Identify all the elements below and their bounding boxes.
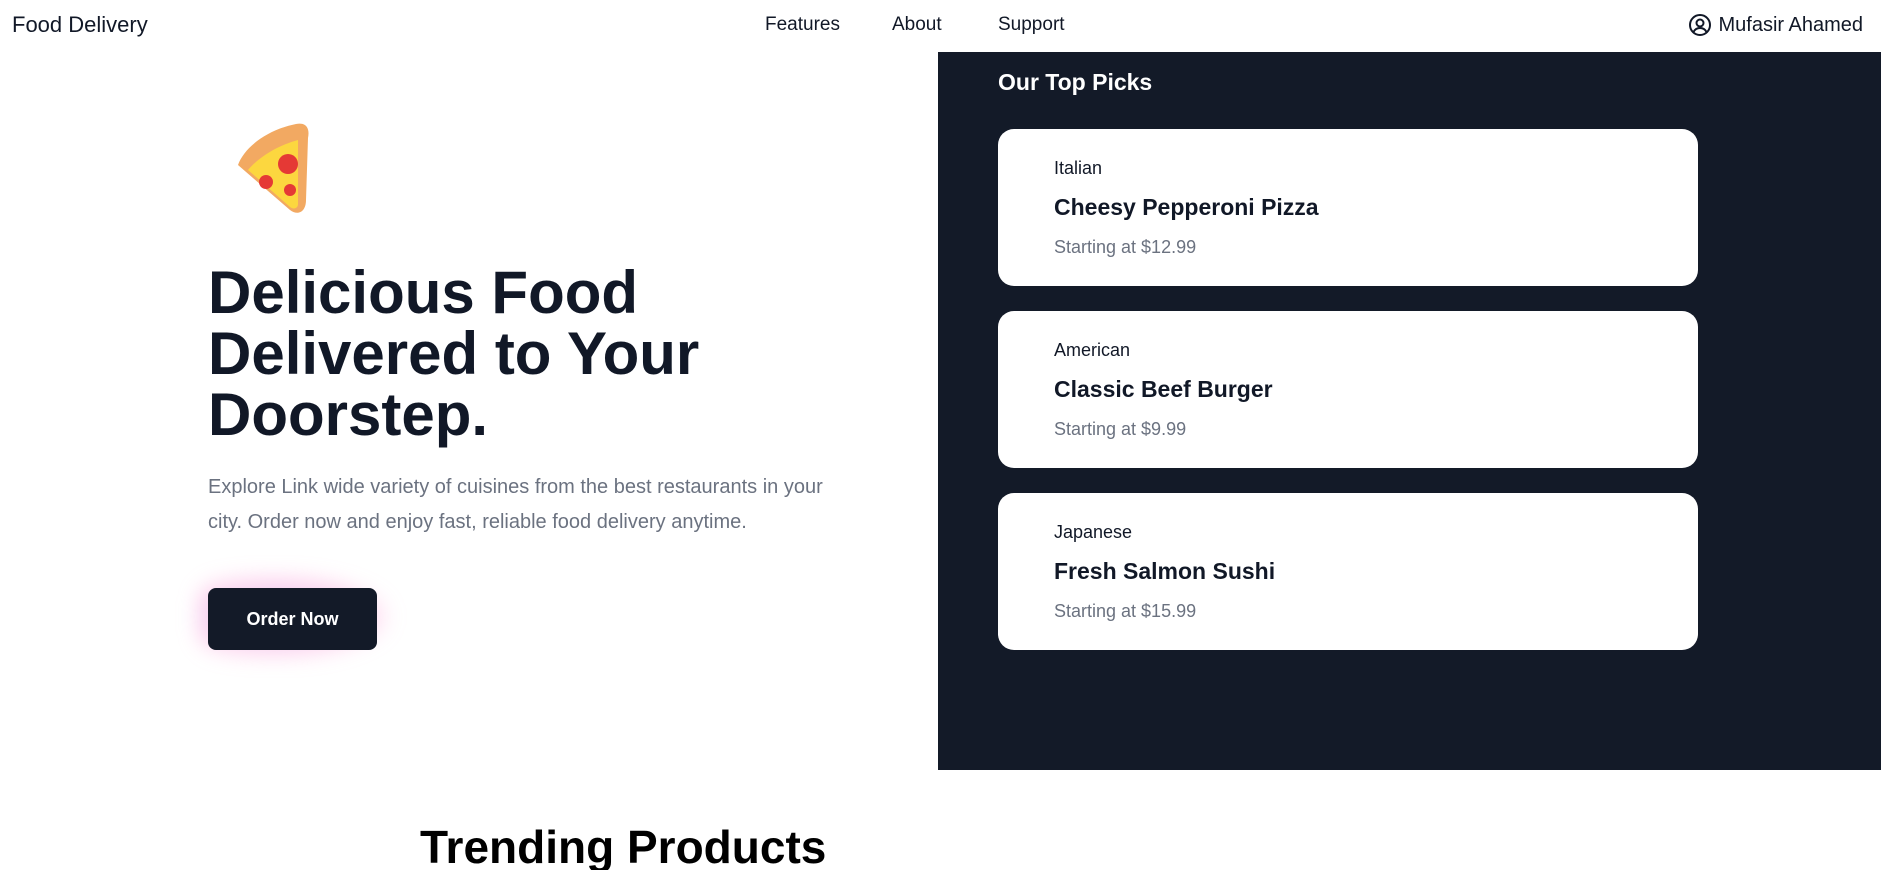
user-menu[interactable]: Mufasir Ahamed — [1688, 13, 1863, 37]
nav-link-about[interactable]: About — [892, 14, 942, 36]
pick-price: Starting at $9.99 — [1054, 419, 1187, 439]
pick-card[interactable]: American Classic Beef Burger Starting at… — [998, 311, 1698, 468]
pick-price: Starting at $12.99 — [1054, 237, 1197, 257]
pick-price: Starting at $15.99 — [1054, 601, 1197, 621]
pick-name: Cheesy Pepperoni Pizza — [1054, 194, 1319, 220]
user-circle-icon — [1688, 13, 1712, 37]
pizza-icon — [226, 120, 312, 216]
nav-link-support[interactable]: Support — [998, 14, 1065, 36]
hero-description: Explore Link wide variety of cuisines fr… — [208, 476, 823, 533]
order-now-button[interactable]: Order Now — [208, 588, 377, 650]
brand-logo-link[interactable]: Food Delivery — [12, 12, 148, 38]
trending-products-title: Trending Products — [420, 821, 827, 870]
pick-card[interactable]: Italian Cheesy Pepperoni Pizza Starting … — [998, 129, 1698, 286]
pick-name: Classic Beef Burger — [1054, 376, 1273, 402]
user-name: Mufasir Ahamed — [1718, 13, 1863, 36]
hero-title: Delicious Food Delivered to Your Doorste… — [208, 259, 700, 448]
pick-cuisine: Japanese — [1054, 522, 1133, 542]
top-nav: Food Delivery Features About Support Muf… — [0, 0, 1881, 52]
pick-cuisine: Italian — [1054, 158, 1103, 178]
pick-cuisine: American — [1054, 340, 1131, 360]
top-picks-panel: Our Top Picks Italian Cheesy Pepperoni P… — [938, 52, 1881, 770]
pick-name: Fresh Salmon Sushi — [1054, 558, 1276, 584]
pick-card[interactable]: Japanese Fresh Salmon Sushi Starting at … — [998, 493, 1698, 650]
top-picks-title: Our Top Picks — [998, 69, 1153, 95]
nav-link-features[interactable]: Features — [765, 14, 840, 36]
